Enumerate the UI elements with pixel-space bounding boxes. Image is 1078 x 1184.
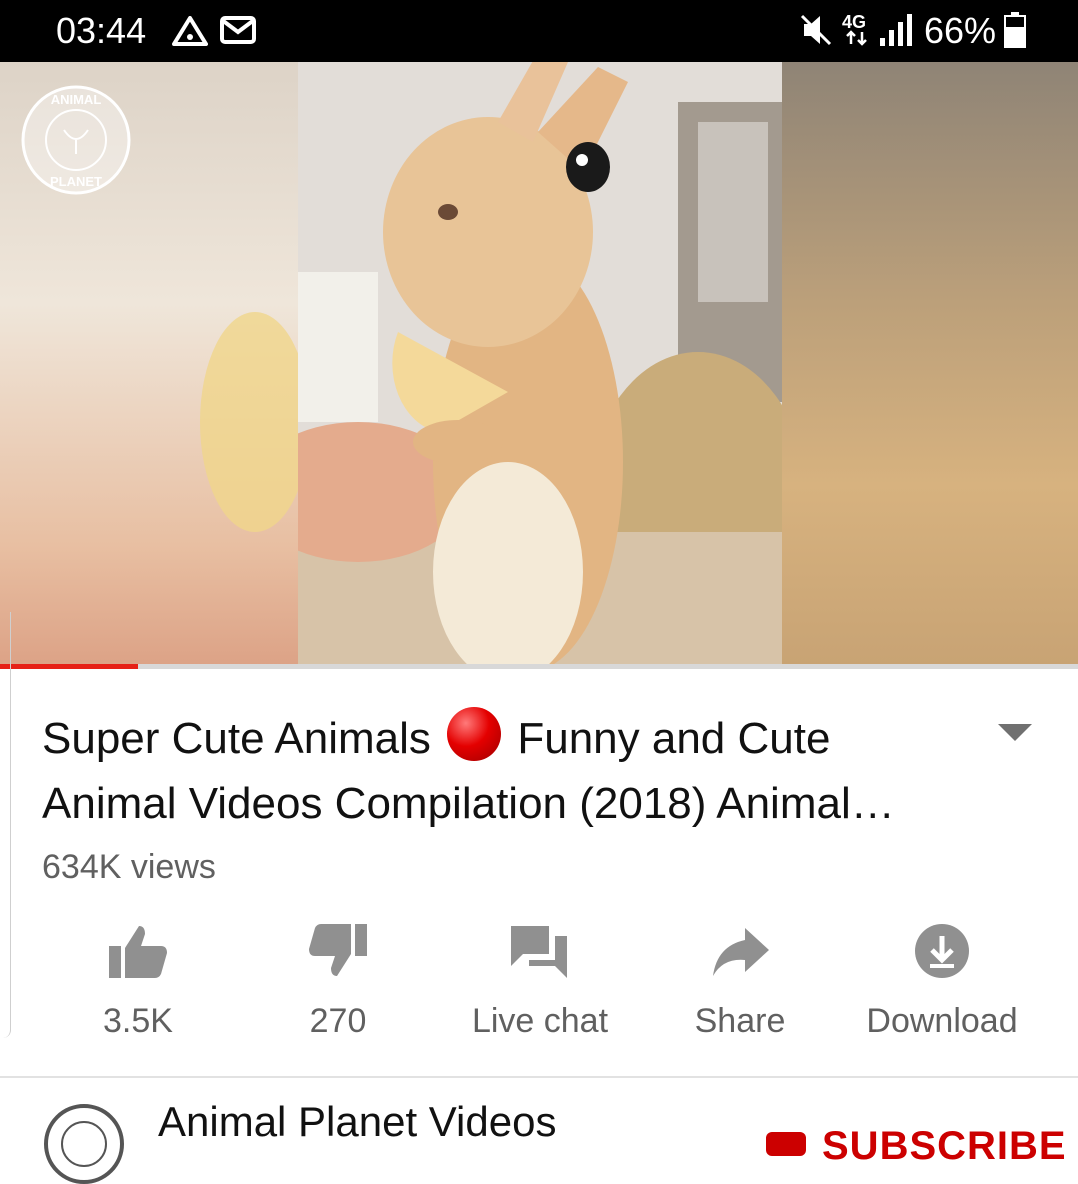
channel-name[interactable]: Animal Planet Videos [158, 1098, 556, 1146]
video-player[interactable]: ANIMAL PLANET [0, 62, 1078, 666]
status-bar: 03:44 4G 66% [0, 0, 1078, 62]
channel-logo-icon [50, 1110, 118, 1178]
signal-icon [880, 14, 912, 46]
share-button[interactable]: Share [640, 910, 840, 1041]
dislike-button[interactable]: 270 [238, 910, 438, 1041]
expand-description-icon[interactable] [998, 724, 1032, 741]
section-divider [0, 1076, 1078, 1078]
share-label: Share [694, 1002, 786, 1040]
subscribe-logo-icon [766, 1132, 806, 1156]
data-arrows-icon [846, 30, 867, 46]
action-bar: 3.5K 270 Live chat Share Download [0, 910, 1078, 1050]
live-chat-button[interactable]: Live chat [440, 910, 640, 1041]
video-frame [248, 62, 808, 666]
like-count: 3.5K [103, 1002, 173, 1040]
video-title-part1: Super Cute Animals [42, 714, 431, 763]
live-chat-label: Live chat [471, 1002, 609, 1040]
thumbs-down-icon [309, 924, 367, 976]
channel-watermark-logo: ANIMAL PLANET [21, 85, 131, 195]
channel-avatar[interactable] [44, 1104, 124, 1184]
download-icon [915, 924, 969, 978]
battery-percent: 66% [924, 10, 997, 51]
download-label: Download [866, 1002, 1018, 1040]
red-circle-emoji [447, 707, 502, 761]
dislike-count: 270 [309, 1002, 367, 1040]
download-button[interactable]: Download [842, 910, 1042, 1041]
mute-icon [800, 14, 832, 46]
chat-bubbles-icon [511, 926, 567, 978]
video-blur-right [782, 62, 1078, 666]
video-title[interactable]: Super Cute Animals Funny and Cute Animal… [42, 706, 972, 836]
video-progress-track[interactable] [0, 664, 1078, 669]
thumbs-up-icon [109, 926, 167, 978]
rabbit-image [248, 62, 808, 666]
share-arrow-icon [713, 928, 769, 976]
watermark-text: ANIMAL [51, 92, 102, 107]
video-progress-fill[interactable] [0, 664, 138, 669]
alert-triangle-icon [172, 16, 208, 46]
status-time: 03:44 [56, 10, 147, 51]
svg-text:PLANET: PLANET [50, 174, 102, 189]
view-count: 634K views [42, 848, 216, 886]
like-button[interactable]: 3.5K [38, 910, 238, 1041]
battery-icon [1004, 12, 1026, 48]
mail-icon [220, 16, 256, 44]
subscribe-button[interactable]: SUBSCRIBE [822, 1124, 1067, 1169]
